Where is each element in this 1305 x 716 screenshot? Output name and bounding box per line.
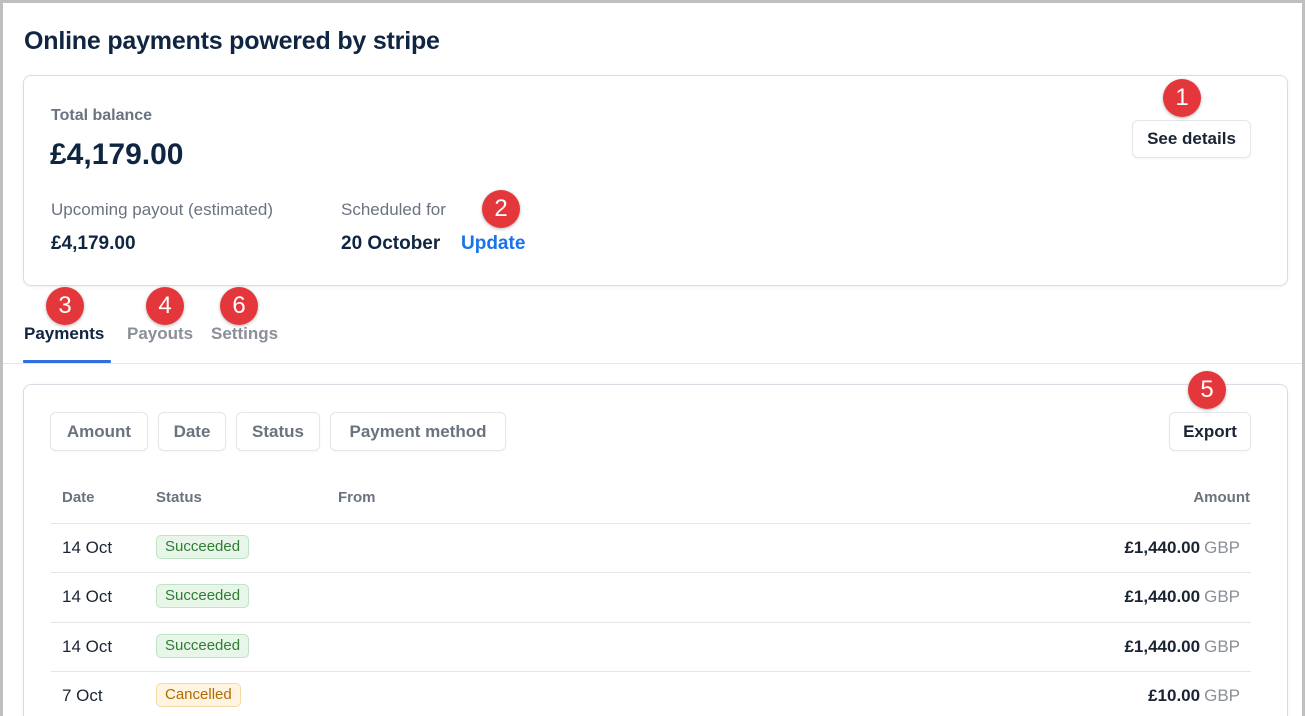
payments-card: Amount Date Status Payment method Export… — [23, 384, 1288, 716]
upcoming-payout-label: Upcoming payout (estimated) — [51, 200, 274, 219]
callout-marker-6: 6 — [220, 287, 258, 325]
currency-code: GBP — [1204, 686, 1240, 705]
row-amount: £1,440.00 GBP — [1124, 538, 1240, 558]
export-button[interactable]: Export — [1169, 412, 1251, 451]
amount-value: £1,440.00 — [1124, 538, 1201, 557]
tab-settings[interactable]: Settings — [211, 324, 278, 344]
status-badge: Cancelled — [156, 683, 241, 707]
total-balance-label: Total balance — [51, 107, 153, 124]
table-row[interactable]: 14 Oct Succeeded £1,440.00 GBP — [51, 572, 1251, 621]
app-frame: Online payments powered by stripe Total … — [0, 0, 1305, 716]
status-badge: Succeeded — [156, 584, 250, 608]
scheduled-for-label: Scheduled for — [341, 200, 446, 219]
column-header-amount: Amount — [1193, 489, 1250, 506]
currency-code: GBP — [1204, 538, 1240, 557]
page-title: Online payments powered by stripe — [24, 27, 440, 55]
column-header-date: Date — [62, 489, 95, 506]
row-date: 7 Oct — [62, 686, 103, 705]
active-tab-indicator — [23, 360, 111, 363]
callout-marker-4: 4 — [146, 287, 184, 325]
status-badge: Succeeded — [156, 634, 250, 658]
balance-card: Total balance £4,179.00 See details Upco… — [23, 75, 1288, 286]
total-balance-value: £4,179.00 — [50, 138, 184, 171]
amount-value: £1,440.00 — [1124, 587, 1201, 606]
currency-code: GBP — [1204, 637, 1240, 656]
callout-marker-3: 3 — [46, 287, 84, 325]
upcoming-payout-value: £4,179.00 — [51, 233, 136, 254]
row-date: 14 Oct — [62, 538, 113, 557]
currency-code: GBP — [1204, 587, 1240, 606]
tab-payouts[interactable]: Payouts — [127, 324, 193, 344]
column-header-from: From — [338, 489, 376, 506]
tab-bar: Payments Payouts Settings — [3, 293, 1302, 364]
tab-payments[interactable]: Payments — [24, 324, 104, 344]
row-amount: £1,440.00 GBP — [1124, 587, 1240, 607]
table-row[interactable]: 14 Oct Succeeded £1,440.00 GBP — [51, 523, 1251, 572]
callout-marker-1: 1 — [1163, 79, 1201, 117]
row-amount: £10.00 GBP — [1148, 686, 1240, 706]
scheduled-date-value: 20 October — [341, 233, 441, 254]
callout-marker-5: 5 — [1188, 371, 1226, 409]
callout-marker-2: 2 — [482, 190, 520, 228]
row-date: 14 Oct — [62, 637, 113, 656]
status-badge: Succeeded — [156, 535, 250, 559]
filter-status-button[interactable]: Status — [236, 412, 320, 451]
amount-value: £1,440.00 — [1124, 637, 1201, 656]
column-header-status: Status — [156, 489, 202, 506]
filter-payment-method-button[interactable]: Payment method — [330, 412, 506, 451]
see-details-button[interactable]: See details — [1132, 120, 1251, 158]
table-row[interactable]: 7 Oct Cancelled £10.00 GBP — [51, 671, 1251, 716]
table-row[interactable]: 14 Oct Succeeded £1,440.00 GBP — [51, 622, 1251, 671]
update-schedule-link[interactable]: Update — [461, 233, 525, 255]
row-date: 14 Oct — [62, 587, 113, 606]
row-amount: £1,440.00 GBP — [1124, 637, 1240, 657]
filter-amount-button[interactable]: Amount — [50, 412, 148, 451]
amount-value: £10.00 — [1148, 686, 1201, 705]
filter-date-button[interactable]: Date — [158, 412, 226, 451]
